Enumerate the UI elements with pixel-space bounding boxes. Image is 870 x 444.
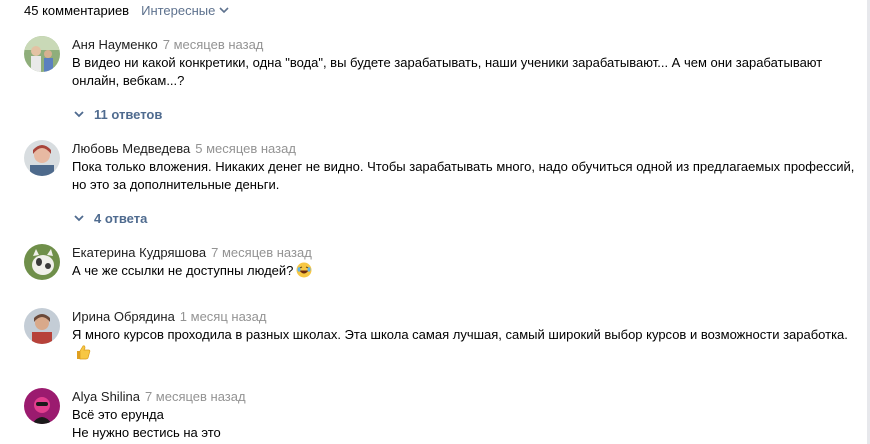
comment-author[interactable]: Любовь Медведева [72,140,190,158]
comments-count: 45 комментариев [24,2,130,18]
avatar[interactable] [24,388,60,424]
avatar[interactable] [24,308,60,344]
comment-item: Ирина Обрядина 1 месяц назад Я много кур… [24,308,864,360]
comment-text: Я много курсов проходила в разных школах… [72,327,848,342]
avatar[interactable] [24,244,60,280]
comment-time[interactable]: 7 месяцев назад [211,244,312,262]
replies-count: 4 ответа [94,211,148,226]
sort-dropdown[interactable]: Интересные [141,3,229,18]
replies-count: 11 ответов [94,107,163,122]
comment-author[interactable]: Аня Науменко [72,36,158,54]
comment-text: В видео ни какой конкретики, одна "вода"… [72,55,823,88]
comment-text: А че же ссылки не доступны людей? [72,263,294,278]
comment-item: Alya Shilina 7 месяцев назад Всё это еру… [24,388,864,440]
comment-time[interactable]: 5 месяцев назад [195,140,296,158]
sort-label: Интересные [141,2,216,18]
comment-author[interactable]: Alya Shilina [72,388,140,406]
avatar[interactable] [24,140,60,176]
comment-text-line-2: Не нужно вестись на это [72,425,221,440]
avatar[interactable] [24,36,60,72]
comment-time[interactable]: 7 месяцев назад [163,36,264,54]
comment-item: Любовь Медведева 5 месяцев назад Пока то… [24,140,864,192]
comment-item: Аня Науменко 7 месяцев назад В видео ни … [24,36,864,88]
comment-author[interactable]: Екатерина Кудряшова [72,244,206,262]
comment-item: Екатерина Кудряшова 7 месяцев назад А че… [24,244,864,284]
comment-time[interactable]: 1 месяц назад [180,308,267,326]
chevron-down-icon [74,111,84,118]
comment-text: Пока только вложения. Никаких денег не в… [72,159,855,192]
comment-time[interactable]: 7 месяцев назад [145,388,246,406]
chevron-down-icon [219,6,229,13]
thumbs-up-icon [75,344,91,365]
laughing-face-icon [296,262,312,283]
replies-toggle[interactable]: 11 ответов [74,107,162,122]
chevron-down-icon [74,215,84,222]
replies-toggle[interactable]: 4 ответа [74,211,147,226]
comments-header: 45 комментариев Интересные [24,1,229,19]
comment-author[interactable]: Ирина Обрядина [72,308,175,326]
comment-text-line-1: Всё это ерунда [72,407,164,422]
